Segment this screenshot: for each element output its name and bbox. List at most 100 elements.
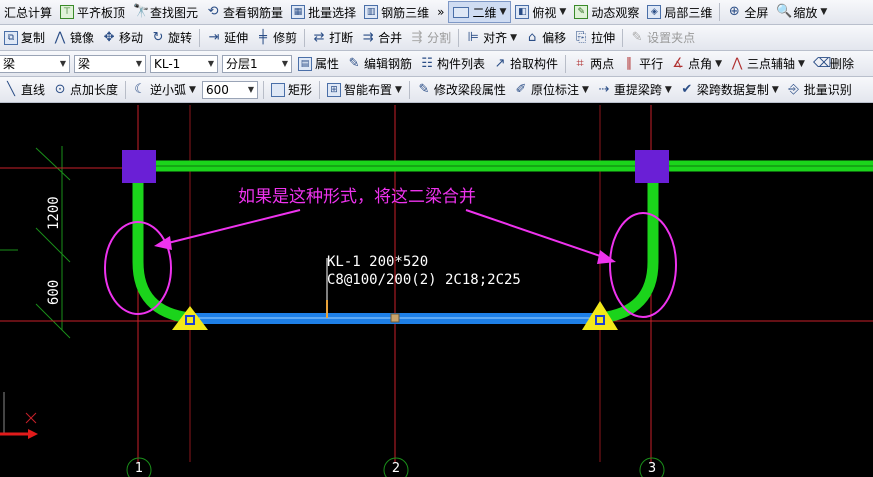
view-rebar-amount-button[interactable]: ⟲ 查看钢筋量	[202, 1, 287, 23]
modify-beam-icon: ✎	[418, 81, 430, 97]
three-point-axis-icon: ⋀	[731, 55, 743, 71]
stretch-button[interactable]: ⎘ 拉伸	[570, 27, 619, 49]
rebar-3d-icon: ▥	[364, 5, 379, 19]
point-angle-button[interactable]: ∡ 点角 ▼	[667, 53, 726, 75]
grip-icon: ✎	[631, 29, 643, 45]
arrow-right-shaft	[465, 209, 607, 259]
reverse-arc-button[interactable]: ☾ 逆小弧 ▼	[129, 79, 200, 101]
move-button[interactable]: ✥ 移动	[98, 27, 147, 49]
green-beam-right-curve	[599, 175, 659, 324]
toolbar-separator	[125, 80, 127, 99]
toolbar-separator	[408, 80, 410, 99]
break-button[interactable]: ⇄ 打断	[308, 27, 357, 49]
delete-button[interactable]: ⌫ 删除	[809, 53, 858, 75]
toolbar-separator	[199, 28, 201, 47]
mirror-button[interactable]: ⋀ 镜像	[49, 27, 98, 49]
line-icon: ╲	[7, 81, 15, 97]
zoom-button[interactable]: 🔍 缩放 ▼	[772, 1, 831, 23]
dropdown-arrow-icon: ▼	[715, 58, 723, 69]
move-icon: ✥	[103, 29, 115, 45]
set-grip-button[interactable]: ✎ 设置夹点	[626, 27, 699, 49]
dimension-label-upper: 1200	[46, 196, 62, 230]
rebar-3d-button[interactable]: ▥ 钢筋三维	[360, 1, 433, 23]
in-place-mark-button[interactable]: ✐ 原位标注 ▼	[510, 79, 593, 101]
type-select[interactable]: 梁 ▼	[74, 54, 146, 73]
chevron-down-icon: ▼	[247, 85, 254, 94]
beam-midpoint-grip[interactable]	[390, 313, 400, 323]
align-top-icon: ⊤	[60, 5, 75, 19]
align-slab-top-button[interactable]: ⊤ 平齐板顶	[56, 1, 129, 23]
local-3d-button[interactable]: ◈ 局部三维	[643, 1, 716, 23]
in-place-mark-icon: ✐	[515, 81, 527, 97]
extend-button[interactable]: ⇥ 延伸	[203, 27, 252, 49]
ucs-icon	[0, 392, 38, 439]
column-right[interactable]	[635, 150, 669, 183]
arrow-right-head	[597, 250, 616, 264]
column-left[interactable]	[122, 150, 156, 183]
zoom-icon: 🔍	[776, 4, 793, 19]
merge-button[interactable]: ⇉ 合并	[357, 27, 406, 49]
local-3d-icon: ◈	[647, 5, 662, 19]
trim-button[interactable]: ╪ 修剪	[252, 27, 301, 49]
copy-button[interactable]: ⧉ 复制	[0, 27, 49, 49]
component-select[interactable]: KL-1 ▼	[150, 54, 218, 73]
point-length-button[interactable]: ⊙ 点加长度	[49, 79, 122, 101]
annotation-text: 如果是这种形式，将这二梁合并	[238, 187, 476, 207]
component-toolbar: 梁 ▼ 梁 ▼ KL-1 ▼ 分层1 ▼ ▤ 属性 ✎ 编辑钢筋 ☷ 构件列表 ↗ 拾取构件 ⌗…	[0, 51, 873, 77]
drawing-svg	[0, 105, 873, 477]
two-point-icon: ⌗	[576, 55, 584, 71]
component-list-button[interactable]: ☷ 构件列表	[416, 53, 489, 75]
dropdown-arrow-icon: ▼	[189, 84, 196, 95]
dropdown-arrow-icon: ▼	[771, 84, 779, 95]
orbit-button[interactable]: ✎ 动态观察	[570, 1, 643, 23]
edit-rebar-button[interactable]: ✎ 编辑钢筋	[343, 53, 416, 75]
two-point-button[interactable]: ⌗ 两点	[569, 53, 618, 75]
batch-select-icon: ▦	[291, 5, 306, 19]
dropdown-arrow-icon: ▼	[559, 7, 567, 17]
rectangle-icon	[270, 82, 285, 97]
copy-icon: ⧉	[4, 30, 18, 45]
top-view-button[interactable]: ◧ 俯视 ▼	[511, 1, 570, 23]
summary-calc-button[interactable]: 汇总计算	[0, 1, 56, 23]
toolbar-separator	[458, 28, 460, 47]
batch-recognize-icon: ⎆	[788, 81, 799, 97]
fullscreen-icon: ⊕	[728, 4, 740, 19]
parallel-button[interactable]: ∥ 平行	[618, 53, 667, 75]
copy-span-data-button[interactable]: ✔ 梁跨数据复制 ▼	[676, 79, 783, 101]
pick-component-button[interactable]: ↗ 拾取构件	[489, 53, 562, 75]
dim-tick	[35, 227, 71, 263]
align-button[interactable]: ⊫ 对齐 ▼	[462, 27, 521, 49]
top-view-icon: ◧	[515, 5, 530, 19]
modify-beam-segment-button[interactable]: ✎ 修改梁段属性	[413, 79, 510, 101]
extend-icon: ⇥	[208, 29, 220, 45]
offset-button[interactable]: ⌂ 偏移	[521, 27, 570, 49]
rebar-view-icon: ⟲	[207, 4, 219, 19]
rectangle-button[interactable]: 矩形	[267, 79, 316, 101]
fullscreen-button[interactable]: ⊕ 全屏	[723, 1, 772, 23]
batch-recognize-button[interactable]: ⎆ 批量识别	[783, 79, 856, 101]
respan-button[interactable]: ⇢ 重提梁跨 ▼	[593, 79, 676, 101]
dropdown-arrow-icon: ▼	[820, 7, 828, 17]
align-icon: ⊫	[467, 29, 479, 45]
delete-icon: ⌫	[812, 55, 832, 71]
dimension-lines	[0, 146, 140, 339]
drawing-canvas[interactable]: 如果是这种形式，将这二梁合并 KL-1 200*520 C8@100/200(2…	[0, 103, 873, 477]
find-element-button[interactable]: 🔭 查找图元	[129, 1, 202, 23]
batch-select-button[interactable]: ▦ 批量选择	[287, 1, 360, 23]
blue-beam	[186, 313, 606, 324]
toolbar-overflow-button[interactable]: »	[433, 1, 448, 23]
2d-button[interactable]: 二维 ▼	[448, 1, 512, 23]
radius-input[interactable]: 600 ▼	[201, 80, 258, 99]
line-button[interactable]: ╲ 直线	[0, 79, 49, 101]
rotate-button[interactable]: ↻ 旋转	[147, 27, 196, 49]
three-point-axis-button[interactable]: ⋀ 三点辅轴 ▼	[726, 53, 809, 75]
category-select[interactable]: 梁 ▼	[0, 54, 70, 73]
toolbar-separator	[719, 3, 721, 21]
component-list-icon: ☷	[421, 55, 433, 71]
layer-select[interactable]: 分层1 ▼	[222, 54, 292, 73]
split-button[interactable]: ⇶ 分割	[406, 27, 455, 49]
smart-layout-button[interactable]: ⊞ 智能布置 ▼	[323, 79, 406, 101]
point-angle-icon: ∡	[672, 55, 684, 71]
smart-layout-icon: ⊞	[326, 82, 341, 97]
properties-button[interactable]: ▤ 属性	[294, 53, 343, 75]
